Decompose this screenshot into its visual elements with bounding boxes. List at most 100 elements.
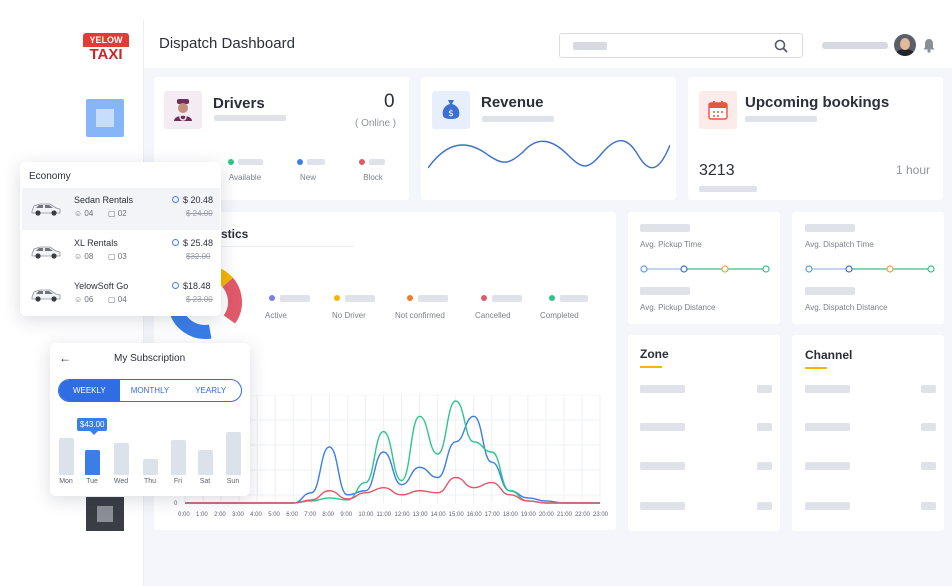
sidebar-item-dashboard[interactable] xyxy=(86,99,124,137)
car-icon xyxy=(31,246,61,259)
bags-count: ▢ 04 xyxy=(108,295,127,304)
tab-weekly[interactable]: WEEKLY xyxy=(59,380,120,401)
list-item[interactable]: XL Rentals ☺ 08 ▢ 03 $ 25.48 $32.00 xyxy=(22,231,220,273)
seats-count: ☺ 06 xyxy=(74,295,94,304)
revenue-title: Revenue xyxy=(481,94,544,111)
subscription-bar[interactable] xyxy=(171,440,186,475)
ride-price: $ 25.48 xyxy=(183,238,214,248)
tab-monthly[interactable]: MONTHLY xyxy=(120,380,181,401)
subscription-bar[interactable] xyxy=(85,450,100,475)
subscription-title: My Subscription xyxy=(114,353,186,364)
statistics-legend-value-placeholder xyxy=(418,295,448,302)
dispatch-progress-track xyxy=(805,265,935,273)
list-item[interactable]: Sedan Rentals ☺ 04 ▢ 02 $ 20.48 $ 24.00 xyxy=(22,188,220,230)
zone-row-name-placeholder xyxy=(640,502,685,510)
zone-row-value-placeholder xyxy=(757,385,772,393)
upcoming-time: 1 hour xyxy=(896,163,931,177)
chart-x-tick-label: 13:00 xyxy=(412,512,428,518)
chart-x-tick-label: 14:00 xyxy=(430,512,446,518)
bell-icon[interactable] xyxy=(922,38,936,53)
search-icon[interactable] xyxy=(774,39,788,53)
logo-bottom-text: TAXI xyxy=(89,46,123,63)
chart-x-tick-label: 16:00 xyxy=(466,512,482,518)
chart-x-tick-label: 2:00 xyxy=(214,512,226,518)
money-bag-icon: $ xyxy=(442,100,460,119)
seats-count: ☺ 04 xyxy=(74,209,94,218)
block-label: Block xyxy=(363,173,383,182)
chart-x-tick-label: 8:00 xyxy=(322,512,335,518)
dispatch-distance-label: Avg. Dispatch Distance xyxy=(805,303,888,312)
chart-x-tick-label: 0:00 xyxy=(178,512,190,518)
sidebar-item-settings[interactable] xyxy=(86,497,124,531)
available-value-placeholder xyxy=(238,159,263,165)
channel-row-value-placeholder xyxy=(921,502,936,510)
page-title: Dispatch Dashboard xyxy=(159,35,295,52)
statistics-legend-dot xyxy=(549,295,555,301)
economy-title: Economy xyxy=(29,171,71,182)
back-arrow-icon[interactable]: ← xyxy=(59,351,71,365)
available-dot xyxy=(228,159,234,165)
drivers-title: Drivers xyxy=(213,95,265,112)
ride-old-price: $ 24.00 xyxy=(186,209,213,218)
zone-row-value-placeholder xyxy=(757,462,772,470)
subscription-bar[interactable] xyxy=(59,438,74,475)
pickup-time-label: Avg. Pickup Time xyxy=(640,240,702,249)
statistics-title: stics xyxy=(221,227,249,241)
search-input[interactable] xyxy=(559,33,803,58)
avatar[interactable] xyxy=(894,34,916,56)
brand-logo[interactable]: YELOW TAXI xyxy=(83,33,129,67)
dashboard-icon xyxy=(96,109,114,127)
list-item[interactable]: YelowSoft Go ☺ 06 ▢ 04 $18.48 $ 23.00 xyxy=(22,274,220,316)
revenue-sparkline xyxy=(428,140,670,169)
tab-yearly[interactable]: YEARLY xyxy=(180,380,241,401)
period-tabs: WEEKLY MONTHLY YEARLY xyxy=(58,379,242,402)
chart-x-tick-label: 21:00 xyxy=(556,512,572,518)
channel-row-value-placeholder xyxy=(921,385,936,393)
ride-name: XL Rentals xyxy=(74,238,118,248)
statistics-legend-label: Not confirmed xyxy=(395,311,445,320)
revenue-icon-box: $ xyxy=(432,91,470,129)
subscription-bar[interactable] xyxy=(143,459,158,475)
chart-x-tick-label: 12:00 xyxy=(394,512,410,518)
chart-x-tick-label: 10:00 xyxy=(358,512,374,518)
bags-count: ▢ 02 xyxy=(108,209,127,218)
channel-row-name-placeholder xyxy=(805,385,850,393)
channel-title: Channel xyxy=(805,348,853,362)
user-name xyxy=(822,42,888,49)
upcoming-count-placeholder xyxy=(699,186,757,192)
driver-icon-box xyxy=(164,91,202,129)
ride-old-price: $32.00 xyxy=(186,252,211,261)
drivers-count: 0 xyxy=(384,91,395,112)
statistics-legend-label: No Driver xyxy=(332,311,366,320)
upcoming-title: Upcoming bookings xyxy=(745,94,890,111)
channel-row-value-placeholder xyxy=(921,423,936,431)
calendar-icon xyxy=(708,101,728,120)
chart-x-tick-label: 11:00 xyxy=(376,512,392,518)
zone-underline xyxy=(640,366,662,368)
chart-x-tick-label: 5:00 xyxy=(268,512,280,518)
clock-icon xyxy=(172,282,179,289)
dispatch-time-placeholder xyxy=(805,224,855,232)
zone-row-value-placeholder xyxy=(757,502,772,510)
channel-row-name-placeholder xyxy=(805,502,850,510)
chart-x-tick-label: 7:00 xyxy=(304,512,316,518)
ride-name: Sedan Rentals xyxy=(74,195,134,205)
statistics-legend-dot xyxy=(407,295,413,301)
chart-x-tick-label: 19:00 xyxy=(520,512,536,518)
block-value-placeholder xyxy=(369,159,385,165)
drivers-online-label: ( Online ) xyxy=(355,118,397,129)
ride-price: $18.48 xyxy=(183,281,211,291)
chart-x-tick-label: 6:00 xyxy=(286,512,298,518)
chart-x-tick-label: 1:00 xyxy=(196,512,208,518)
statistics-legend-dot xyxy=(334,295,340,301)
subscription-bar[interactable] xyxy=(226,432,241,475)
chart-x-tick-label: 20:00 xyxy=(538,512,554,518)
revenue-subtitle-placeholder xyxy=(482,116,554,122)
statistics-legend-label: Active xyxy=(265,311,287,320)
statistics-legend-value-placeholder xyxy=(492,295,522,302)
subscription-bar[interactable] xyxy=(114,443,129,475)
chart-x-tick-label: 23:00 xyxy=(593,512,609,518)
drivers-subtitle-placeholder xyxy=(214,115,286,121)
zone-title: Zone xyxy=(640,347,669,361)
subscription-bar[interactable] xyxy=(198,450,213,475)
